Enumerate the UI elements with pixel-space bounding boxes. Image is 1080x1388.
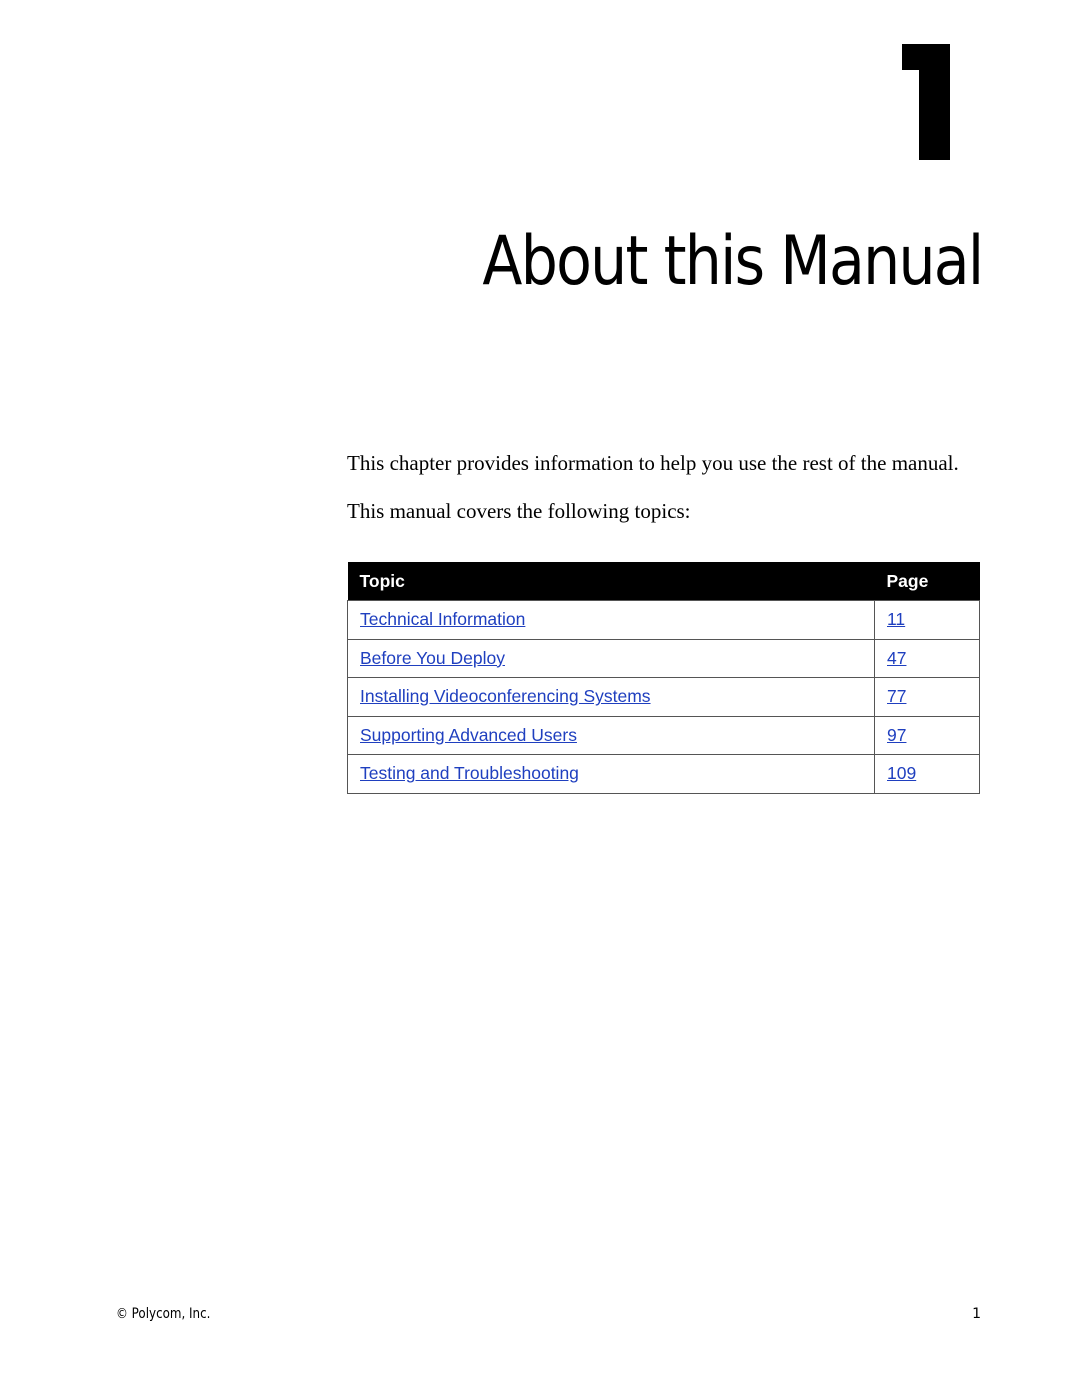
topic-link[interactable]: Technical Information (360, 609, 525, 629)
footer-page-number: 1 (972, 1306, 981, 1322)
chapter-title: About this Manual (481, 222, 984, 301)
page-link[interactable]: 47 (887, 648, 906, 668)
table-row: Supporting Advanced Users 97 (347, 715, 980, 755)
header-page: Page (874, 562, 980, 601)
chapter-number-stem (919, 44, 950, 160)
chapter-number (902, 44, 950, 160)
footer-copyright: © Polycom, Inc. (116, 1306, 211, 1322)
table-row: Before You Deploy 47 (347, 638, 980, 678)
table-row: Installing Videoconferencing Systems 77 (347, 677, 980, 717)
intro-paragraph: This manual covers the following topics: (347, 499, 691, 523)
topic-link[interactable]: Before You Deploy (360, 648, 505, 668)
topic-link[interactable]: Testing and Troubleshooting (360, 763, 579, 783)
page-link[interactable]: 77 (887, 686, 906, 706)
table-header-row: Topic Page (347, 562, 980, 601)
table-row: Technical Information 11 (347, 600, 980, 640)
intro-paragraph: This chapter provides information to hel… (347, 451, 959, 475)
topic-link[interactable]: Installing Videoconferencing Systems (360, 686, 651, 706)
topics-table: Topic Page Technical Information 11 Befo… (347, 562, 980, 794)
table-row: Testing and Troubleshooting 109 (347, 754, 980, 794)
header-topic: Topic (347, 562, 875, 601)
page-link[interactable]: 11 (887, 609, 905, 629)
topic-link[interactable]: Supporting Advanced Users (360, 725, 577, 745)
intro-section: This chapter provides information to hel… (347, 450, 987, 546)
page-link[interactable]: 97 (887, 725, 906, 745)
page-link[interactable]: 109 (887, 763, 916, 783)
